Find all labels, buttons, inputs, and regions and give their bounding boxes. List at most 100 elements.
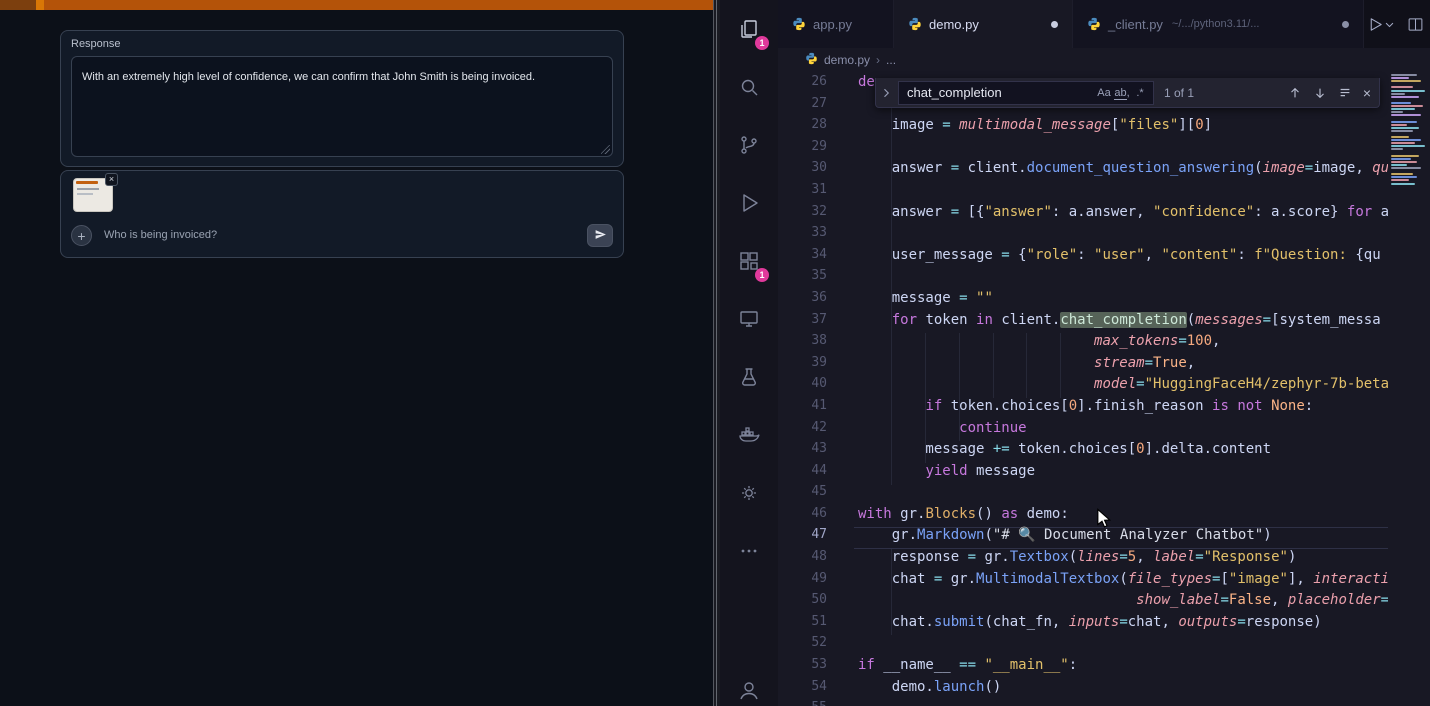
code-line-32[interactable]: answer = [{"answer": a.answer, "confiden… [858,204,1388,226]
whole-word-toggle[interactable]: ab, [1113,87,1131,99]
code-line-49[interactable]: chat = gr.MultimodalTextbox(file_types=[… [858,571,1388,593]
line-number: 46 [778,506,827,528]
code-line-39[interactable]: stream=True, [858,355,1388,377]
testing-flask-icon[interactable] [720,348,778,406]
editor-actions [1367,0,1424,48]
remove-attachment-button[interactable]: × [105,173,118,186]
gradio-app: Response With an extremely high level of… [0,0,713,706]
find-input[interactable]: chat_completion Aa ab, .* [898,81,1154,105]
source-control-icon[interactable] [720,116,778,174]
thumbnail-content [76,181,98,184]
line-number: 31 [778,182,827,204]
chat-input-row: + Who is being invoiced? [71,224,613,248]
breadcrumb-file[interactable]: demo.py [824,53,870,67]
toggle-replace-chevron-icon[interactable] [880,87,892,99]
code-line-51[interactable]: chat.submit(chat_fn, inputs=chat, output… [858,614,1388,636]
code-line-34[interactable]: user_message = {"role": "user", "content… [858,247,1388,269]
code-line-35[interactable] [858,268,1388,290]
code-line-50[interactable]: show_label=False, placeholder= [858,592,1388,614]
send-icon [594,228,607,244]
line-number: 45 [778,484,827,506]
files-badge: 1 [755,36,769,50]
tab-app.py[interactable]: app.py [778,0,894,48]
remote-explorer-icon[interactable] [720,290,778,348]
add-file-button[interactable]: + [71,225,92,246]
line-number: 33 [778,225,827,247]
close-find-icon[interactable]: × [1363,85,1371,101]
code-line-52[interactable] [858,635,1388,657]
attachment-thumbnail[interactable]: × [73,178,113,212]
code-line-46[interactable]: with gr.Blocks() as demo: [858,506,1388,528]
code-line-38[interactable]: max_tokens=100, [858,333,1388,355]
chat-input-block: × + Who is being invoiced? [60,170,624,258]
line-number: 55 [778,700,827,706]
code-line-31[interactable] [858,182,1388,204]
code-line-29[interactable] [858,139,1388,161]
code-line-47[interactable]: gr.Markdown("# 🔍 Document Analyzer Chatb… [858,527,1388,549]
breadcrumb-more[interactable]: ... [886,53,896,67]
modified-dot-icon [1342,21,1349,28]
code-line-44[interactable]: yield message [858,463,1388,485]
line-number: 28 [778,117,827,139]
editor-region: app.pydemo.py_client.py~/.../python3.11/… [778,0,1430,706]
code-line-42[interactable]: continue [858,420,1388,442]
more-actions-icon[interactable] [720,522,778,580]
code-area[interactable]: de image = multimodal_message["files"][0… [858,72,1388,706]
code-line-45[interactable] [858,484,1388,506]
run-dropdown-chevron-icon [1384,19,1395,30]
code-line-54[interactable]: demo.launch() [858,679,1388,701]
split-editor-button[interactable] [1407,16,1424,33]
line-number: 48 [778,549,827,571]
next-match-icon[interactable] [1313,86,1327,100]
editor-gutter[interactable]: 2627282930313233343536373839404142434445… [778,72,827,706]
send-button[interactable] [587,224,613,247]
resize-handle[interactable] [601,145,610,154]
regex-toggle[interactable]: .* [1131,87,1149,99]
code-line-33[interactable] [858,225,1388,247]
previous-match-icon[interactable] [1288,86,1302,100]
docker-icon[interactable] [720,406,778,464]
search-icon[interactable] [720,58,778,116]
minimap[interactable] [1388,72,1430,706]
line-number: 47 [778,527,827,549]
tab-_client.py[interactable]: _client.py~/.../python3.11/... [1073,0,1364,48]
tab-demo.py[interactable]: demo.py [894,0,1073,48]
code-line-37[interactable]: for token in client.chat_completion(mess… [858,312,1388,334]
match-case-toggle[interactable]: Aa [1095,87,1113,99]
breadcrumb[interactable]: demo.py › ... [778,48,1430,72]
line-number: 53 [778,657,827,679]
code-line-43[interactable]: message += token.choices[0].delta.conten… [858,441,1388,463]
code-line-40[interactable]: model="HuggingFaceH4/zephyr-7b-beta [858,376,1388,398]
run-debug-icon[interactable] [720,174,778,232]
line-number: 52 [778,635,827,657]
line-number: 42 [778,420,827,442]
modified-dot-icon [1051,21,1058,28]
topbar-light-segment [36,0,44,10]
line-number: 43 [778,441,827,463]
code-line-28[interactable]: image = multimodal_message["files"][0] [858,117,1388,139]
find-in-selection-icon[interactable] [1338,86,1352,100]
find-match-count: 1 of 1 [1164,86,1194,100]
line-number: 34 [778,247,827,269]
line-number: 29 [778,139,827,161]
line-number: 39 [778,355,827,377]
code-line-53[interactable]: if __name__ == "__main__": [858,657,1388,679]
code-line-55[interactable] [858,700,1388,706]
response-textarea[interactable]: With an extremely high level of confiden… [71,56,613,157]
run-python-button[interactable] [1367,16,1395,33]
code-line-48[interactable]: response = gr.Textbox(lines=5, label="Re… [858,549,1388,571]
line-number: 36 [778,290,827,312]
code-line-36[interactable]: message = "" [858,290,1388,312]
vscode-window: 1 1 [720,0,1430,706]
container-tools-icon[interactable] [720,464,778,522]
extensions-icon[interactable]: 1 [720,232,778,290]
response-text: With an extremely high level of confiden… [82,71,535,83]
account-icon[interactable] [720,661,778,706]
code-line-41[interactable]: if token.choices[0].finish_reason is not… [858,398,1388,420]
code-line-30[interactable]: answer = client.document_question_answer… [858,160,1388,182]
files-icon[interactable]: 1 [720,0,778,58]
chat-text-input[interactable]: Who is being invoiced? [104,229,217,241]
line-number: 32 [778,204,827,226]
line-number: 30 [778,160,827,182]
line-number: 38 [778,333,827,355]
